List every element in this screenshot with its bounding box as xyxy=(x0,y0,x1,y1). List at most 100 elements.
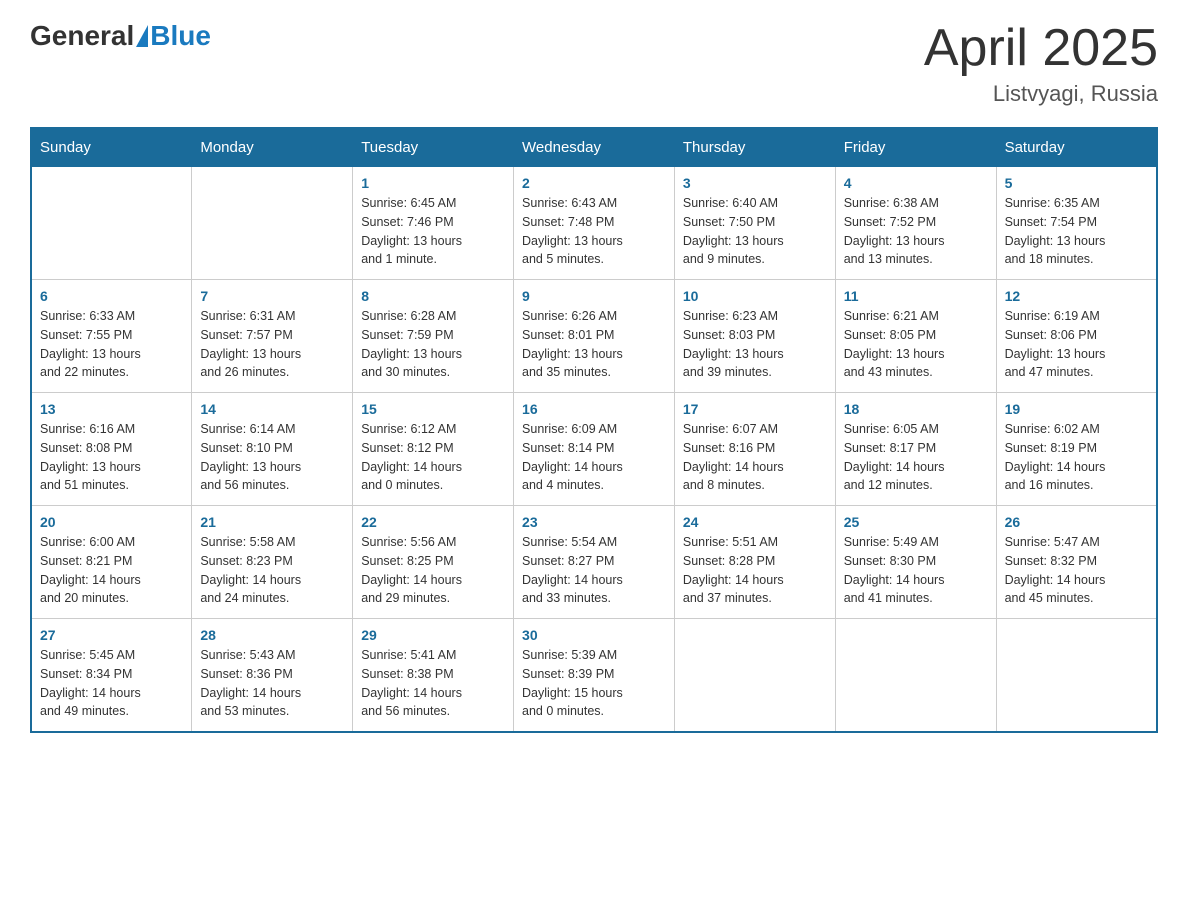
day-info: Sunrise: 6:43 AMSunset: 7:48 PMDaylight:… xyxy=(522,194,666,269)
calendar-cell: 4 Sunrise: 6:38 AMSunset: 7:52 PMDaylight… xyxy=(835,167,996,280)
logo-triangle-icon xyxy=(136,25,148,47)
calendar-cell: 12 Sunrise: 6:19 AMSunset: 8:06 PMDayligh… xyxy=(996,280,1157,393)
calendar-cell: 9 Sunrise: 6:26 AMSunset: 8:01 PMDaylight… xyxy=(514,280,675,393)
day-info: Sunrise: 5:41 AMSunset: 8:38 PMDaylight:… xyxy=(361,646,505,721)
day-info: Sunrise: 5:58 AMSunset: 8:23 PMDaylight:… xyxy=(200,533,344,608)
day-info: Sunrise: 6:02 AMSunset: 8:19 PMDaylight:… xyxy=(1005,420,1148,495)
calendar-cell xyxy=(31,167,192,280)
day-info: Sunrise: 5:56 AMSunset: 8:25 PMDaylight:… xyxy=(361,533,505,608)
day-info: Sunrise: 6:40 AMSunset: 7:50 PMDaylight:… xyxy=(683,194,827,269)
day-number: 14 xyxy=(200,401,344,417)
calendar-cell: 5 Sunrise: 6:35 AMSunset: 7:54 PMDaylight… xyxy=(996,167,1157,280)
calendar-week-3: 13 Sunrise: 6:16 AMSunset: 8:08 PMDayligh… xyxy=(31,393,1157,506)
day-info: Sunrise: 6:31 AMSunset: 7:57 PMDaylight:… xyxy=(200,307,344,382)
calendar-cell: 19 Sunrise: 6:02 AMSunset: 8:19 PMDayligh… xyxy=(996,393,1157,506)
day-info: Sunrise: 6:23 AMSunset: 8:03 PMDaylight:… xyxy=(683,307,827,382)
calendar-cell xyxy=(835,619,996,733)
calendar-cell: 25 Sunrise: 5:49 AMSunset: 8:30 PMDayligh… xyxy=(835,506,996,619)
day-info: Sunrise: 5:45 AMSunset: 8:34 PMDaylight:… xyxy=(40,646,183,721)
day-info: Sunrise: 6:26 AMSunset: 8:01 PMDaylight:… xyxy=(522,307,666,382)
day-number: 12 xyxy=(1005,288,1148,304)
weekday-header-monday: Monday xyxy=(192,128,353,167)
day-number: 5 xyxy=(1005,175,1148,191)
day-number: 8 xyxy=(361,288,505,304)
day-info: Sunrise: 6:33 AMSunset: 7:55 PMDaylight:… xyxy=(40,307,183,382)
day-info: Sunrise: 6:19 AMSunset: 8:06 PMDaylight:… xyxy=(1005,307,1148,382)
calendar-cell: 2 Sunrise: 6:43 AMSunset: 7:48 PMDaylight… xyxy=(514,167,675,280)
calendar-cell: 23 Sunrise: 5:54 AMSunset: 8:27 PMDayligh… xyxy=(514,506,675,619)
day-number: 21 xyxy=(200,514,344,530)
day-number: 1 xyxy=(361,175,505,191)
day-number: 26 xyxy=(1005,514,1148,530)
calendar-cell: 30 Sunrise: 5:39 AMSunset: 8:39 PMDayligh… xyxy=(514,619,675,733)
location-subtitle: Listvyagi, Russia xyxy=(924,81,1158,107)
day-number: 9 xyxy=(522,288,666,304)
calendar-cell xyxy=(996,619,1157,733)
day-info: Sunrise: 6:05 AMSunset: 8:17 PMDaylight:… xyxy=(844,420,988,495)
title-block: April 2025 Listvyagi, Russia xyxy=(924,20,1158,107)
day-info: Sunrise: 6:38 AMSunset: 7:52 PMDaylight:… xyxy=(844,194,988,269)
day-number: 11 xyxy=(844,288,988,304)
calendar-cell: 6 Sunrise: 6:33 AMSunset: 7:55 PMDaylight… xyxy=(31,280,192,393)
calendar-week-1: 1 Sunrise: 6:45 AMSunset: 7:46 PMDaylight… xyxy=(31,167,1157,280)
day-number: 30 xyxy=(522,627,666,643)
day-number: 4 xyxy=(844,175,988,191)
day-info: Sunrise: 6:00 AMSunset: 8:21 PMDaylight:… xyxy=(40,533,183,608)
page-header: General Blue April 2025 Listvyagi, Russi… xyxy=(30,20,1158,107)
day-number: 16 xyxy=(522,401,666,417)
calendar-cell xyxy=(192,167,353,280)
calendar-cell: 14 Sunrise: 6:14 AMSunset: 8:10 PMDayligh… xyxy=(192,393,353,506)
day-info: Sunrise: 6:28 AMSunset: 7:59 PMDaylight:… xyxy=(361,307,505,382)
weekday-header-row: SundayMondayTuesdayWednesdayThursdayFrid… xyxy=(31,128,1157,167)
day-info: Sunrise: 6:35 AMSunset: 7:54 PMDaylight:… xyxy=(1005,194,1148,269)
day-number: 24 xyxy=(683,514,827,530)
calendar-header: SundayMondayTuesdayWednesdayThursdayFrid… xyxy=(31,128,1157,167)
weekday-header-thursday: Thursday xyxy=(674,128,835,167)
day-number: 10 xyxy=(683,288,827,304)
month-title: April 2025 xyxy=(924,20,1158,77)
day-number: 20 xyxy=(40,514,183,530)
calendar-cell: 10 Sunrise: 6:23 AMSunset: 8:03 PMDayligh… xyxy=(674,280,835,393)
calendar-cell: 8 Sunrise: 6:28 AMSunset: 7:59 PMDaylight… xyxy=(353,280,514,393)
logo: General Blue xyxy=(30,20,211,52)
day-info: Sunrise: 6:16 AMSunset: 8:08 PMDaylight:… xyxy=(40,420,183,495)
day-number: 22 xyxy=(361,514,505,530)
calendar-cell: 24 Sunrise: 5:51 AMSunset: 8:28 PMDayligh… xyxy=(674,506,835,619)
calendar-cell: 15 Sunrise: 6:12 AMSunset: 8:12 PMDayligh… xyxy=(353,393,514,506)
calendar-cell: 1 Sunrise: 6:45 AMSunset: 7:46 PMDaylight… xyxy=(353,167,514,280)
calendar-cell: 26 Sunrise: 5:47 AMSunset: 8:32 PMDayligh… xyxy=(996,506,1157,619)
day-info: Sunrise: 5:51 AMSunset: 8:28 PMDaylight:… xyxy=(683,533,827,608)
weekday-header-friday: Friday xyxy=(835,128,996,167)
day-number: 19 xyxy=(1005,401,1148,417)
day-info: Sunrise: 6:09 AMSunset: 8:14 PMDaylight:… xyxy=(522,420,666,495)
day-number: 13 xyxy=(40,401,183,417)
calendar-week-4: 20 Sunrise: 6:00 AMSunset: 8:21 PMDayligh… xyxy=(31,506,1157,619)
day-info: Sunrise: 6:12 AMSunset: 8:12 PMDaylight:… xyxy=(361,420,505,495)
day-info: Sunrise: 6:14 AMSunset: 8:10 PMDaylight:… xyxy=(200,420,344,495)
day-info: Sunrise: 5:47 AMSunset: 8:32 PMDaylight:… xyxy=(1005,533,1148,608)
calendar-cell xyxy=(674,619,835,733)
weekday-header-tuesday: Tuesday xyxy=(353,128,514,167)
day-info: Sunrise: 5:49 AMSunset: 8:30 PMDaylight:… xyxy=(844,533,988,608)
day-number: 29 xyxy=(361,627,505,643)
day-info: Sunrise: 5:54 AMSunset: 8:27 PMDaylight:… xyxy=(522,533,666,608)
calendar-cell: 27Sunrise: 5:45 AMSunset: 8:34 PMDayligh… xyxy=(31,619,192,733)
calendar-cell: 18 Sunrise: 6:05 AMSunset: 8:17 PMDayligh… xyxy=(835,393,996,506)
day-number: 15 xyxy=(361,401,505,417)
day-info: Sunrise: 5:39 AMSunset: 8:39 PMDaylight:… xyxy=(522,646,666,721)
day-number: 18 xyxy=(844,401,988,417)
calendar-cell: 7Sunrise: 6:31 AMSunset: 7:57 PMDaylight… xyxy=(192,280,353,393)
day-info: Sunrise: 5:43 AMSunset: 8:36 PMDaylight:… xyxy=(200,646,344,721)
day-number: 3 xyxy=(683,175,827,191)
calendar-body: 1 Sunrise: 6:45 AMSunset: 7:46 PMDaylight… xyxy=(31,167,1157,733)
calendar-table: SundayMondayTuesdayWednesdayThursdayFrid… xyxy=(30,127,1158,733)
day-number: 23 xyxy=(522,514,666,530)
calendar-week-2: 6 Sunrise: 6:33 AMSunset: 7:55 PMDaylight… xyxy=(31,280,1157,393)
logo-blue-text: Blue xyxy=(150,20,211,52)
day-number: 25 xyxy=(844,514,988,530)
day-number: 6 xyxy=(40,288,183,304)
calendar-cell: 11Sunrise: 6:21 AMSunset: 8:05 PMDayligh… xyxy=(835,280,996,393)
day-number: 2 xyxy=(522,175,666,191)
calendar-cell: 29 Sunrise: 5:41 AMSunset: 8:38 PMDayligh… xyxy=(353,619,514,733)
day-info: Sunrise: 6:45 AMSunset: 7:46 PMDaylight:… xyxy=(361,194,505,269)
